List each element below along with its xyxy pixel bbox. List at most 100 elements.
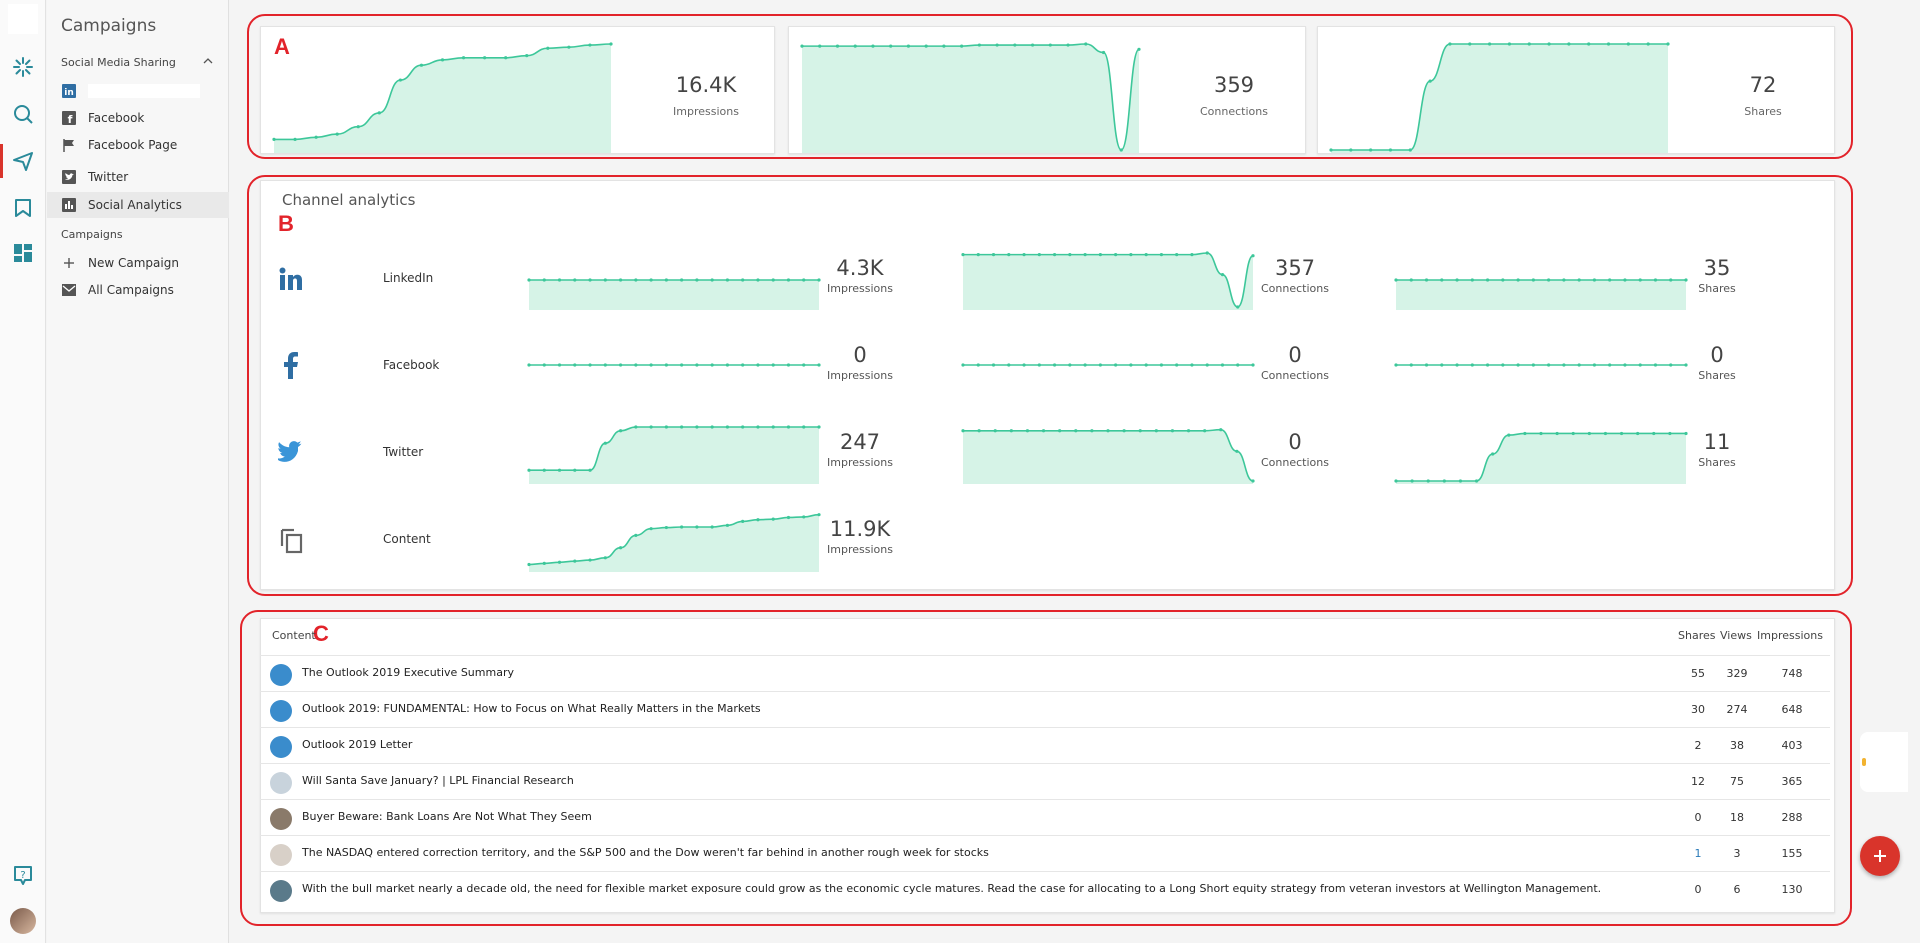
content-impressions-sparkline bbox=[527, 513, 821, 572]
linkedin-icon bbox=[276, 264, 306, 294]
content-title[interactable]: The NASDAQ entered correction territory,… bbox=[302, 846, 989, 859]
add-button[interactable] bbox=[1860, 836, 1900, 876]
sparkline-point bbox=[991, 253, 996, 257]
send-icon[interactable] bbox=[10, 148, 36, 174]
sparkline-point bbox=[293, 137, 297, 141]
sidebar-item-social-analytics[interactable]: Social Analytics bbox=[47, 192, 229, 218]
table-row[interactable]: Buyer Beware: Bank Loans Are Not What Th… bbox=[260, 799, 1830, 835]
sparkline-point bbox=[961, 363, 965, 367]
chevron-up-icon[interactable] bbox=[203, 56, 213, 66]
table-row[interactable]: The Outlook 2019 Executive Summary 55 32… bbox=[260, 655, 1830, 691]
sparkline-point bbox=[1531, 278, 1535, 282]
sparkline-point bbox=[1409, 278, 1413, 282]
dashboard-icon[interactable] bbox=[10, 240, 36, 266]
table-row[interactable]: The NASDAQ entered correction territory,… bbox=[260, 835, 1830, 871]
side-panel-tab[interactable] bbox=[1860, 732, 1908, 792]
sparkline-point bbox=[1523, 431, 1527, 436]
table-row[interactable]: With the bull market nearly a decade old… bbox=[260, 871, 1830, 907]
sidebar-item-label: Twitter bbox=[88, 170, 129, 184]
sparkline-point bbox=[1106, 429, 1110, 433]
column-header-impressions[interactable]: Impressions bbox=[1757, 629, 1823, 642]
sparkline-point bbox=[1608, 363, 1612, 367]
table-row[interactable]: Outlook 2019 Letter 2 38 403 bbox=[260, 727, 1830, 763]
views-cell: 6 bbox=[1733, 883, 1741, 896]
content-title[interactable]: Outlook 2019: FUNDAMENTAL: How to Focus … bbox=[302, 702, 761, 715]
sparkline-point bbox=[1007, 363, 1011, 367]
impressions-cell: 155 bbox=[1781, 847, 1803, 860]
twitter-impressions-sparkline bbox=[527, 425, 821, 484]
twitter-connections-value: 0 bbox=[1288, 430, 1302, 454]
sparkline-point bbox=[272, 137, 276, 141]
column-header-views[interactable]: Views bbox=[1720, 629, 1752, 642]
sparkline-point bbox=[1154, 429, 1158, 433]
sparkline-point bbox=[1474, 479, 1479, 483]
summary-card-shares: 72 Shares bbox=[1317, 26, 1835, 154]
sidebar-item-new-campaign[interactable]: New Campaign bbox=[47, 250, 229, 276]
table-row[interactable]: Will Santa Save January? | LPL Financial… bbox=[260, 763, 1830, 799]
bar-chart-icon bbox=[61, 197, 77, 213]
sparkline-point bbox=[461, 56, 466, 60]
sparkline-point bbox=[1562, 363, 1566, 367]
sparkline-area bbox=[963, 253, 1253, 310]
sparkline-point bbox=[1408, 148, 1412, 152]
spark-icon[interactable] bbox=[10, 54, 36, 80]
sparkline-point bbox=[1236, 305, 1240, 309]
content-title[interactable]: With the bull market nearly a decade old… bbox=[302, 882, 1601, 895]
sparkline-point bbox=[695, 278, 699, 282]
channel-name-content: Content bbox=[383, 532, 431, 546]
app: ? Campaigns Social Media Sharing in f Fa… bbox=[0, 0, 1920, 943]
sparkline-area bbox=[529, 427, 819, 484]
connections-sparkline bbox=[800, 42, 1141, 153]
views-cell: 75 bbox=[1730, 775, 1744, 788]
svg-text:?: ? bbox=[20, 870, 25, 881]
channel-name-facebook: Facebook bbox=[383, 358, 440, 372]
sparkline-point bbox=[664, 425, 668, 429]
content-title[interactable]: Outlook 2019 Letter bbox=[302, 738, 412, 751]
section-social-media-sharing[interactable]: Social Media Sharing bbox=[61, 56, 176, 69]
sparkline-point bbox=[1424, 363, 1429, 367]
help-icon[interactable]: ? bbox=[10, 862, 36, 888]
sparkline-point bbox=[977, 43, 981, 47]
sparkline-point bbox=[802, 278, 806, 282]
sparkline-point bbox=[1007, 253, 1011, 257]
sparkline-point bbox=[1592, 278, 1597, 282]
sparkline-point bbox=[1636, 431, 1640, 436]
shares-cell: 30 bbox=[1691, 703, 1705, 716]
sparkline-point bbox=[1159, 253, 1164, 257]
mail-icon bbox=[61, 282, 77, 298]
sparkline-point bbox=[1074, 429, 1078, 433]
sparkline-point bbox=[504, 56, 508, 60]
sparkline-point bbox=[609, 42, 613, 46]
views-cell: 329 bbox=[1726, 667, 1748, 680]
table-row[interactable]: Outlook 2019: FUNDAMENTAL: How to Focus … bbox=[260, 691, 1830, 727]
shares-sparkline bbox=[1329, 42, 1670, 153]
sparkline-point bbox=[634, 363, 638, 367]
sparkline-point bbox=[771, 363, 775, 367]
content-title[interactable]: The Outlook 2019 Executive Summary bbox=[302, 666, 514, 679]
sparkline-point bbox=[680, 363, 684, 367]
linkedin-impressions-label: Impressions bbox=[827, 282, 893, 295]
content-title[interactable]: Buyer Beware: Bank Loans Are Not What Th… bbox=[302, 810, 592, 823]
sparkline-point bbox=[573, 363, 577, 367]
sparkline-point bbox=[1619, 431, 1624, 436]
sparkline-point bbox=[1388, 148, 1393, 152]
sparkline-point bbox=[725, 425, 730, 429]
sidebar-item-facebook-page[interactable]: Facebook Page bbox=[47, 132, 229, 158]
column-header-content[interactable]: Content bbox=[272, 629, 316, 642]
avatar[interactable] bbox=[10, 908, 36, 934]
sparkline-point bbox=[1090, 429, 1094, 433]
sidebar-item-linkedin[interactable]: in bbox=[47, 78, 229, 104]
linkedin-connections-value: 357 bbox=[1274, 256, 1316, 280]
sidebar-item-all-campaigns[interactable]: All Campaigns bbox=[47, 277, 229, 303]
sparkline-point bbox=[588, 278, 592, 282]
bookmark-icon[interactable] bbox=[10, 195, 36, 221]
sparkline-point bbox=[960, 44, 964, 48]
content-title[interactable]: Will Santa Save January? | LPL Financial… bbox=[302, 774, 574, 787]
sparkline-point bbox=[557, 278, 562, 282]
column-header-shares[interactable]: Shares bbox=[1678, 629, 1715, 642]
copy-icon bbox=[276, 525, 306, 555]
sidebar-item-facebook[interactable]: f Facebook bbox=[47, 105, 229, 131]
sparkline-point bbox=[1592, 363, 1597, 367]
sidebar-item-twitter[interactable]: Twitter bbox=[47, 164, 229, 190]
discover-icon[interactable] bbox=[10, 101, 36, 127]
